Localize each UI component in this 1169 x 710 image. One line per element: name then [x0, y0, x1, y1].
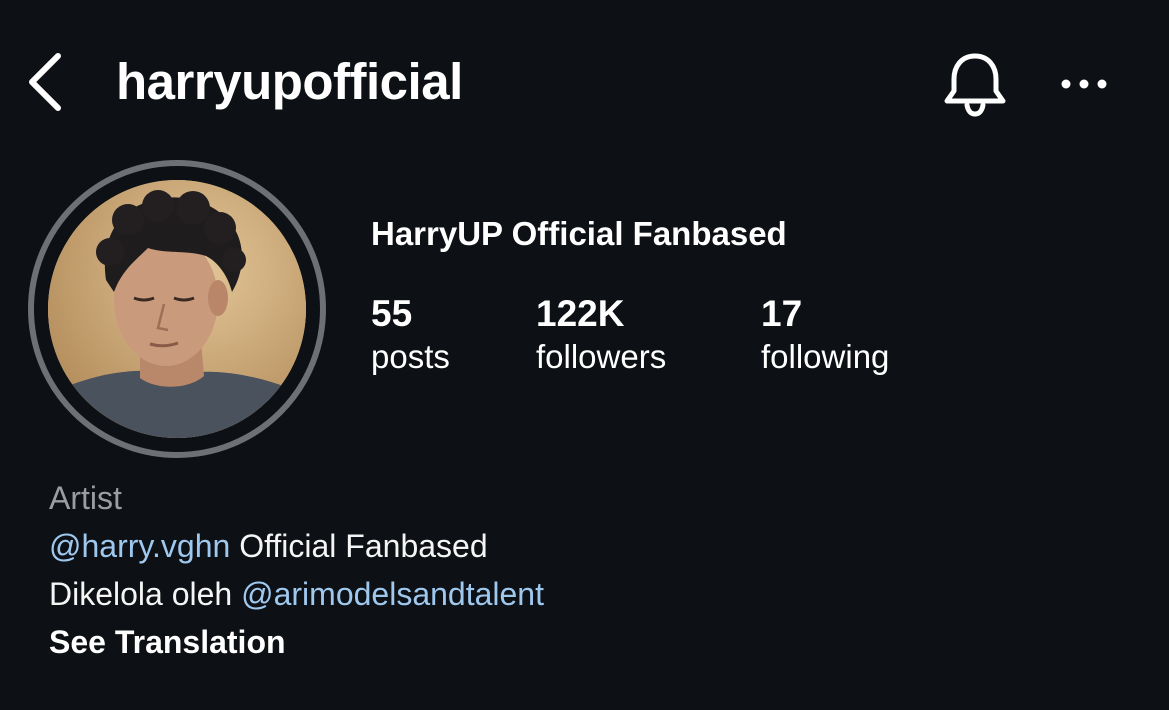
- stat-posts[interactable]: 55 posts: [371, 292, 450, 378]
- profile-bio: Artist @harry.vghn Official Fanbased Dik…: [49, 474, 544, 666]
- mention-link-arimodelsandtalent[interactable]: @arimodelsandtalent: [241, 576, 544, 612]
- more-options-button[interactable]: [1056, 66, 1116, 102]
- back-button[interactable]: [22, 52, 70, 112]
- notifications-button[interactable]: [940, 50, 1010, 118]
- bio-line-2-text: Dikelola oleh: [49, 576, 242, 612]
- mention-link-harry-vghn[interactable]: @harry.vghn: [49, 528, 230, 564]
- following-count: 17: [761, 293, 803, 334]
- more-horizontal-icon: [1061, 79, 1107, 89]
- followers-label: followers: [536, 338, 667, 375]
- chevron-left-icon: [29, 53, 61, 111]
- stat-following[interactable]: 17 following: [761, 292, 889, 378]
- bio-line-2: Dikelola oleh @arimodelsandtalent: [49, 570, 544, 618]
- profile-category: Artist: [49, 480, 122, 516]
- bio-line-1: @harry.vghn Official Fanbased: [49, 522, 544, 570]
- posts-count: 55: [371, 293, 413, 334]
- posts-label: posts: [371, 338, 450, 375]
- following-label: following: [761, 338, 890, 375]
- profile-username: harryupofficial: [116, 53, 463, 110]
- avatar-photo: [48, 180, 306, 438]
- profile-full-name: HarryUP Official Fanbased: [371, 215, 787, 252]
- bio-line-1-text: Official Fanbased: [230, 528, 488, 564]
- avatar: [48, 180, 306, 438]
- stat-followers[interactable]: 122K followers: [536, 292, 666, 378]
- see-translation-button[interactable]: See Translation: [49, 618, 544, 666]
- profile-screen: harryupofficial HarryUP Official Fanbase…: [0, 0, 1169, 710]
- profile-avatar-ring[interactable]: [28, 160, 326, 458]
- followers-count: 122K: [536, 293, 625, 334]
- bell-icon: [944, 53, 1006, 117]
